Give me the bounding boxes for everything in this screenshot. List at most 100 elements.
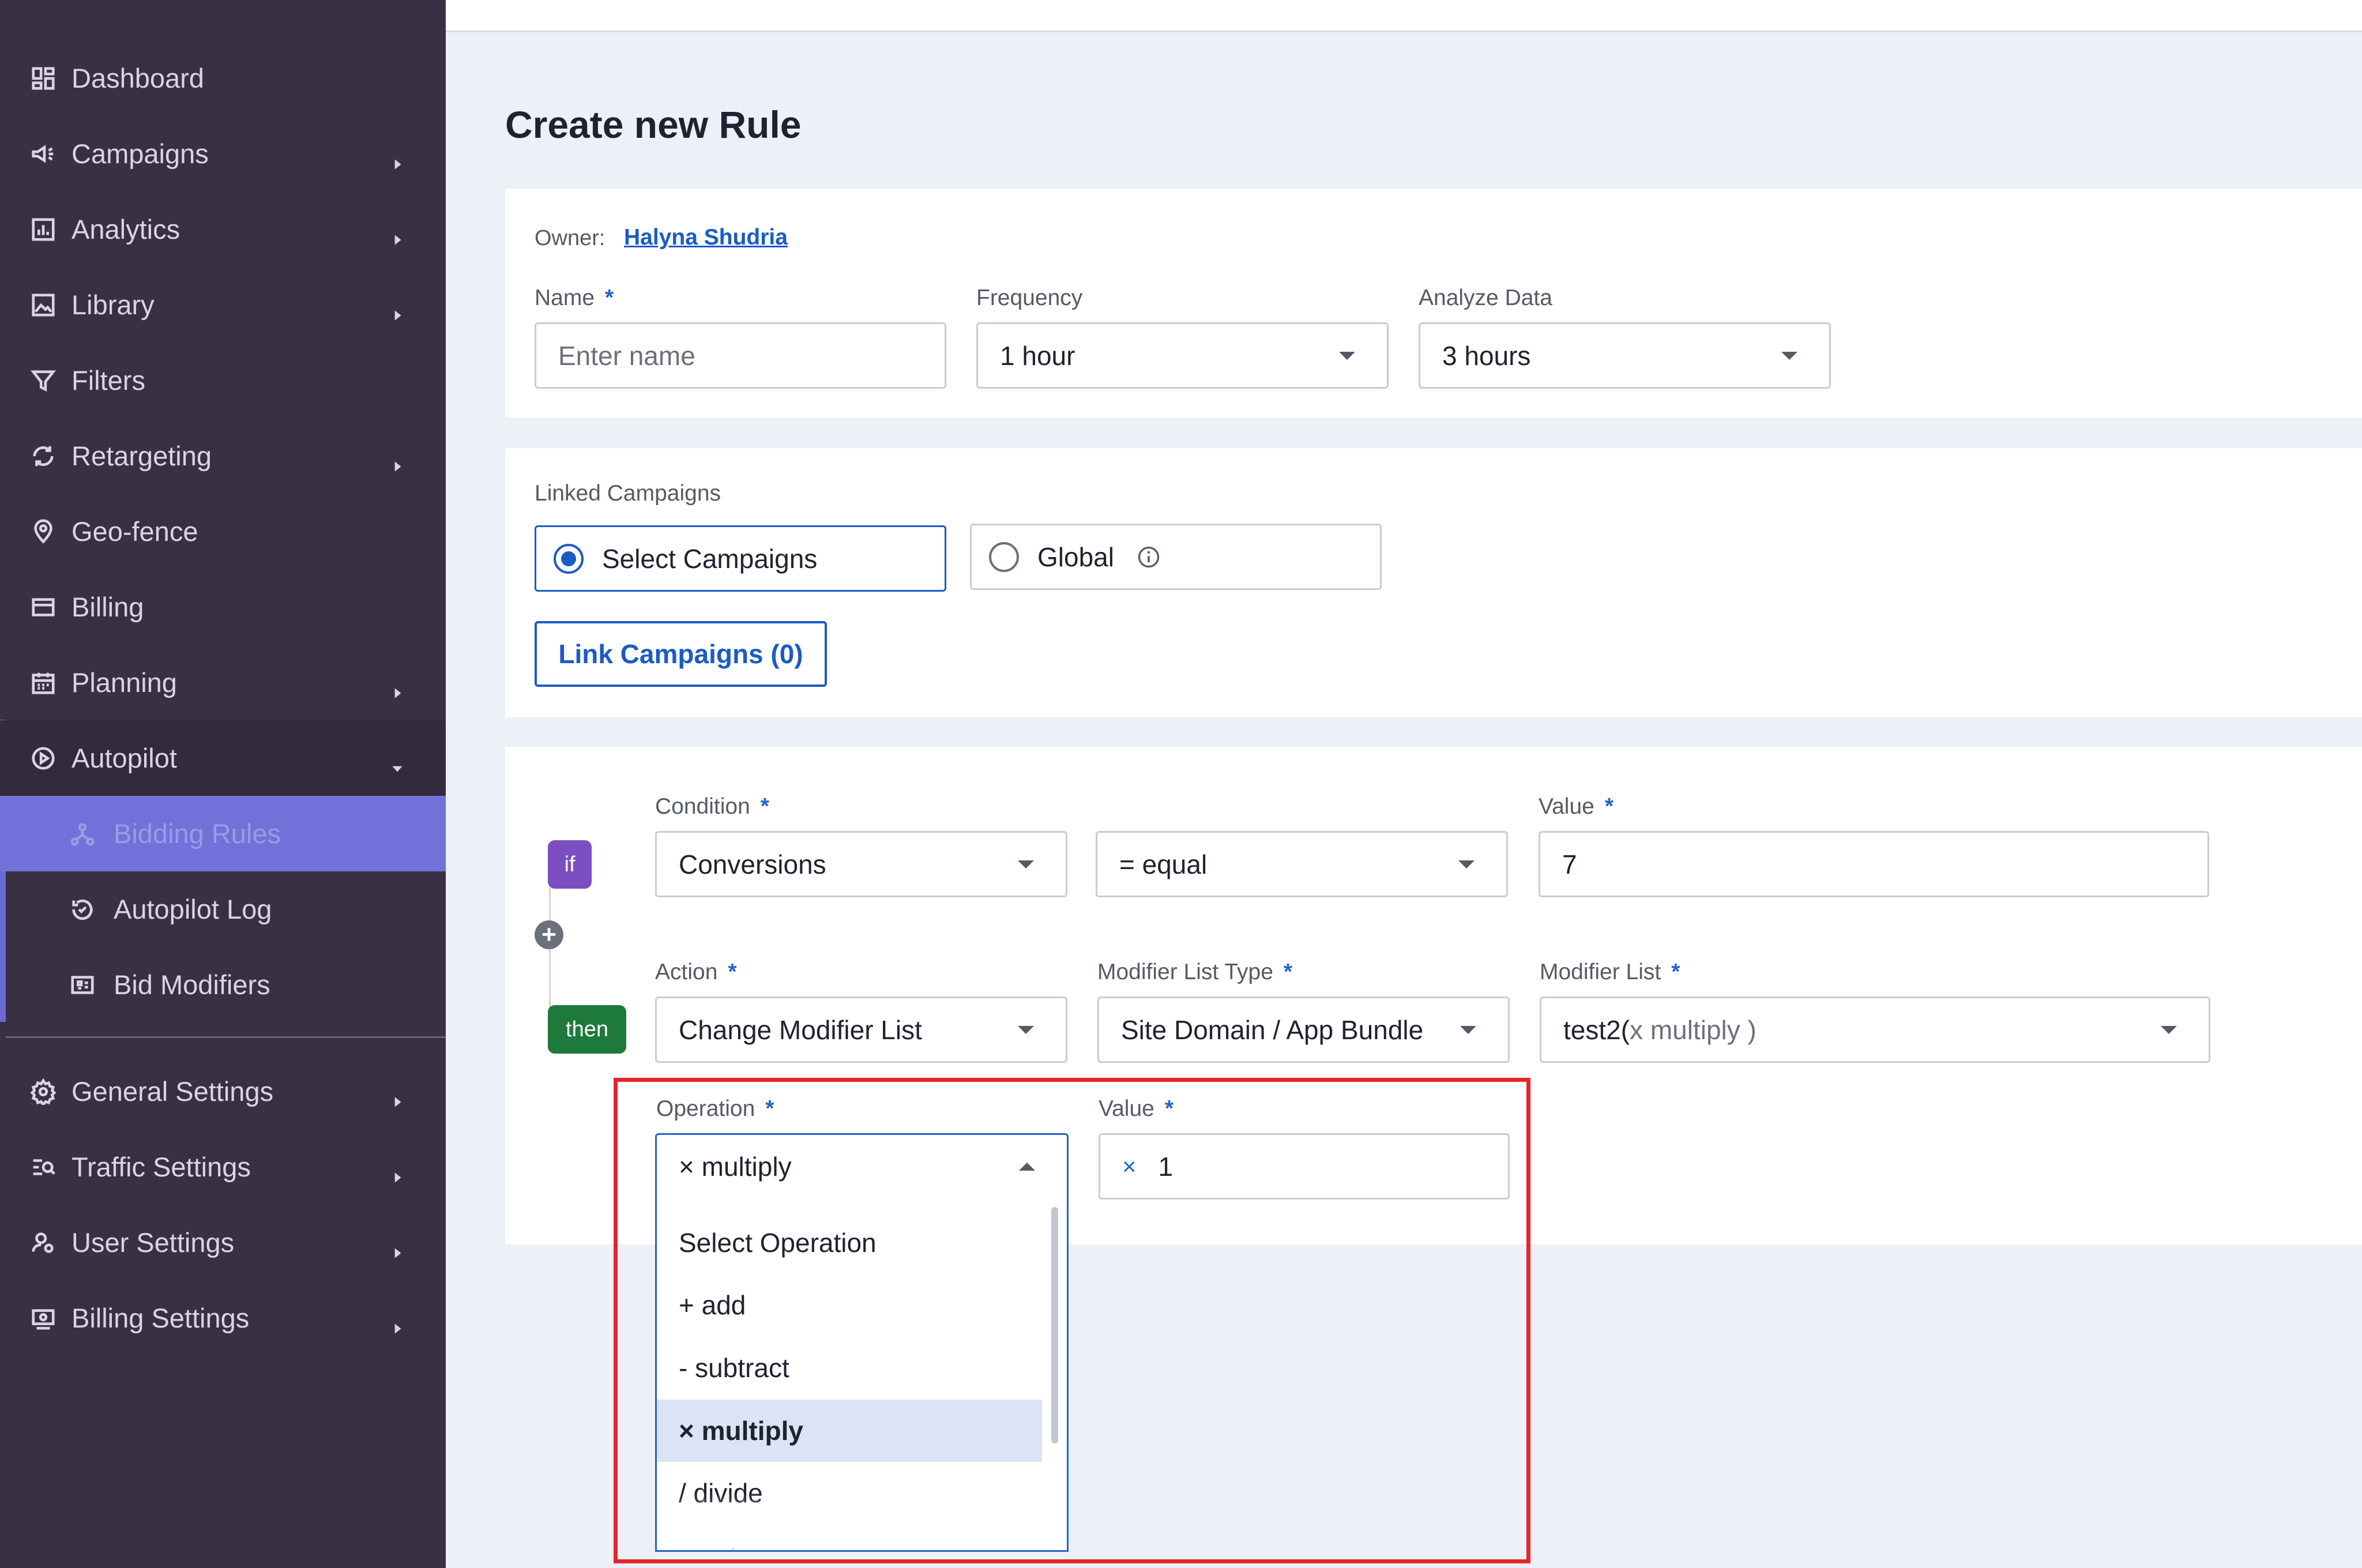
sidebar-item-general-settings[interactable]: General Settings bbox=[0, 1054, 446, 1129]
name-input[interactable]: Enter name bbox=[535, 322, 946, 389]
action-select[interactable]: Change Modifier List bbox=[655, 997, 1067, 1063]
bidding-rules-icon bbox=[68, 819, 97, 848]
sidebar-item-label: Traffic Settings bbox=[72, 1152, 251, 1182]
history-icon bbox=[68, 895, 97, 924]
sidebar-item-library[interactable]: Library bbox=[0, 267, 446, 343]
analyze-data-value: 3 hours bbox=[1442, 340, 1531, 371]
sidebar-item-bidding-rules[interactable]: Bidding Rules bbox=[0, 796, 446, 871]
condition-value: Conversions bbox=[679, 849, 826, 879]
sidebar-item-billing[interactable]: Billing bbox=[0, 569, 446, 645]
sidebar-item-campaigns[interactable]: Campaigns bbox=[0, 116, 446, 191]
modifier-list-label: Modifier List * bbox=[1540, 960, 1680, 984]
operator-select[interactable]: = equal bbox=[1096, 831, 1508, 897]
sidebar-item-retargeting[interactable]: Retargeting bbox=[0, 418, 446, 494]
sidebar-divider bbox=[6, 1036, 446, 1038]
caret-down-icon bbox=[1339, 352, 1355, 360]
modifier-list-type-label: Modifier List Type * bbox=[1097, 960, 1293, 984]
sidebar-item-autopilot[interactable]: Autopilot bbox=[0, 720, 446, 796]
play-circle-icon bbox=[29, 744, 58, 773]
gear-icon bbox=[29, 1077, 58, 1106]
chevron-right-icon bbox=[390, 222, 405, 245]
sidebar-item-autopilot-log[interactable]: Autopilot Log bbox=[0, 871, 446, 947]
sidebar-item-label: Geo-fence bbox=[72, 516, 198, 547]
sidebar-item-label: General Settings bbox=[72, 1076, 274, 1107]
chevron-right-icon bbox=[390, 1235, 405, 1258]
sidebar-item-label: Bidding Rules bbox=[114, 818, 281, 849]
linked-campaigns-label: Linked Campaigns bbox=[535, 481, 721, 506]
caret-down-icon bbox=[1018, 860, 1034, 868]
sidebar-item-billing-settings[interactable]: Billing Settings bbox=[0, 1280, 446, 1356]
sidebar-item-label: Planning bbox=[72, 667, 177, 698]
user-settings-icon bbox=[29, 1228, 58, 1257]
operator-value: = equal bbox=[1119, 849, 1208, 879]
sidebar-item-label: Dashboard bbox=[72, 63, 204, 93]
sidebar-item-planning[interactable]: Planning bbox=[0, 645, 446, 720]
sidebar-item-traffic-settings[interactable]: Traffic Settings bbox=[0, 1129, 446, 1205]
radio-select-campaigns[interactable]: Select Campaigns bbox=[535, 525, 946, 592]
traffic-search-icon bbox=[29, 1153, 58, 1182]
modifier-list-operation: x multiply ) bbox=[1630, 1014, 1757, 1045]
modifier-list-select[interactable]: test2( x multiply ) bbox=[1540, 997, 2210, 1063]
sidebar-item-analytics[interactable]: Analytics bbox=[0, 191, 446, 267]
sidebar-item-geo-fence[interactable]: Geo-fence bbox=[0, 494, 446, 569]
megaphone-icon bbox=[29, 140, 58, 168]
info-icon[interactable] bbox=[1136, 544, 1161, 570]
sidebar-item-user-settings[interactable]: User Settings bbox=[0, 1205, 446, 1280]
sidebar-item-label: Autopilot bbox=[72, 743, 177, 773]
bid-modifiers-icon bbox=[68, 971, 97, 999]
frequency-select[interactable]: 1 hour bbox=[976, 322, 1389, 389]
caret-down-icon bbox=[1458, 860, 1475, 868]
owner-link[interactable]: Halyna Shudria bbox=[624, 225, 788, 250]
chevron-right-icon bbox=[390, 146, 405, 170]
caret-down-icon bbox=[1781, 352, 1797, 360]
top-bar bbox=[446, 0, 2362, 32]
sidebar-item-label: Library bbox=[72, 289, 155, 320]
radio-checked-icon bbox=[554, 543, 584, 574]
add-condition-icon[interactable]: + bbox=[535, 920, 563, 949]
refresh-icon bbox=[29, 442, 58, 471]
image-icon bbox=[29, 291, 58, 319]
radio-unchecked-icon bbox=[989, 542, 1019, 572]
name-label: Name * bbox=[535, 285, 614, 310]
page-title: Create new Rule bbox=[505, 103, 802, 146]
modifier-list-value: test2( bbox=[1563, 1014, 1630, 1045]
action-label: Action * bbox=[655, 960, 737, 984]
frequency-label: Frequency bbox=[976, 285, 1083, 310]
analyze-data-select[interactable]: 3 hours bbox=[1419, 322, 1831, 389]
condition-value-input[interactable]: 7 bbox=[1539, 831, 2209, 897]
billing-settings-icon bbox=[29, 1304, 58, 1333]
then-tag: then bbox=[548, 1005, 626, 1054]
action-value: Change Modifier List bbox=[679, 1014, 922, 1045]
dashboard-icon bbox=[29, 64, 58, 93]
analytics-icon bbox=[29, 215, 58, 244]
modifier-list-type-select[interactable]: Site Domain / App Bundle bbox=[1097, 997, 1510, 1063]
value-label: Value * bbox=[1539, 794, 1614, 819]
sidebar-item-dashboard[interactable]: Dashboard bbox=[0, 40, 446, 116]
chevron-right-icon bbox=[390, 1311, 405, 1334]
sidebar-item-label: Billing bbox=[72, 592, 144, 622]
radio-label: Select Campaigns bbox=[602, 543, 818, 574]
credit-card-icon bbox=[29, 593, 58, 622]
location-pin-icon bbox=[29, 517, 58, 546]
chevron-right-icon bbox=[390, 675, 405, 698]
caret-down-icon bbox=[1018, 1026, 1034, 1034]
chevron-right-icon bbox=[390, 298, 405, 321]
chevron-right-icon bbox=[390, 1084, 405, 1107]
sidebar-item-label: Analytics bbox=[72, 214, 180, 245]
owner-label: Owner: bbox=[535, 226, 605, 250]
link-campaigns-button[interactable]: Link Campaigns (0) bbox=[535, 621, 827, 687]
modifier-list-type-value: Site Domain / App Bundle bbox=[1121, 1014, 1424, 1045]
sidebar-item-filters[interactable]: Filters bbox=[0, 343, 446, 418]
condition-label: Condition * bbox=[655, 794, 769, 819]
filter-icon bbox=[29, 366, 58, 395]
sidebar-item-label: Autopilot Log bbox=[114, 894, 272, 924]
sidebar-item-bid-modifiers[interactable]: Bid Modifiers bbox=[0, 947, 446, 1022]
caret-down-icon bbox=[1460, 1026, 1476, 1034]
sidebar-item-label: Retargeting bbox=[72, 441, 212, 471]
calendar-icon bbox=[29, 668, 58, 697]
condition-select[interactable]: Conversions bbox=[655, 831, 1067, 897]
chevron-down-icon bbox=[390, 751, 405, 772]
radio-global[interactable]: Global bbox=[970, 524, 1382, 590]
chevron-right-icon bbox=[390, 1160, 405, 1183]
frequency-value: 1 hour bbox=[1000, 340, 1075, 371]
